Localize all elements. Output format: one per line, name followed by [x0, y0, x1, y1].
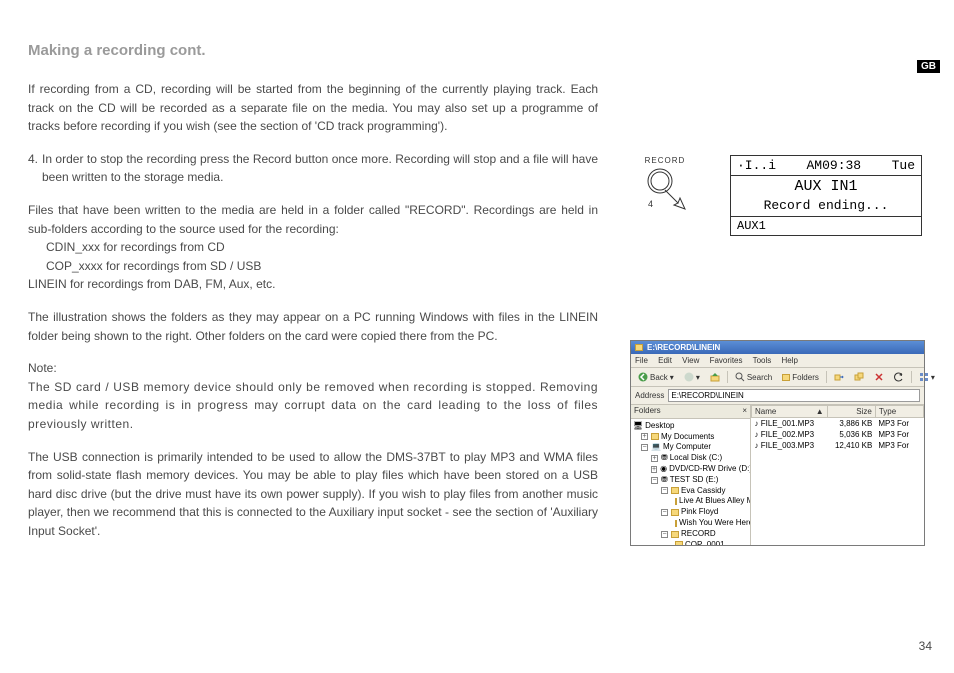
close-icon[interactable]: ×	[742, 406, 747, 417]
body-text: If recording from a CD, recording will b…	[28, 80, 598, 554]
lcd-time: AM09:38	[807, 158, 862, 173]
note-2: The USB connection is primarily intended…	[28, 448, 598, 541]
menu-edit[interactable]: Edit	[658, 356, 672, 365]
folder-linein: LINEIN for recordings from DAB, FM, Aux,…	[28, 275, 598, 294]
file-list[interactable]: Name ▲ Size Type ♪ FILE_001.MP33,886 KBM…	[751, 405, 924, 545]
lcd-line2: Record ending...	[731, 197, 921, 216]
lcd-footer: AUX1	[731, 216, 921, 235]
lcd-display: ·I..i AM09:38 Tue AUX IN1 Record ending.…	[730, 155, 922, 236]
table-row: ♪ FILE_002.MP35,036 KBMP3 For	[752, 429, 924, 440]
move-icon[interactable]	[831, 371, 847, 383]
folder-tree[interactable]: Folders× 🖥Desktop +My Documents −💻My Com…	[631, 405, 751, 545]
record-label: RECORD	[645, 156, 686, 165]
record-button-illustration: RECORD 4	[630, 155, 700, 215]
copy-icon[interactable]	[851, 371, 867, 383]
forward-button[interactable]: ▾	[681, 371, 703, 383]
paragraph-3: Files that have been written to the medi…	[28, 201, 598, 238]
address-label: Address	[635, 391, 664, 400]
note-label: Note:	[28, 359, 598, 378]
menu-favorites[interactable]: Favorites	[710, 356, 743, 365]
folders-button[interactable]: Folders	[779, 372, 822, 383]
col-size[interactable]: Size	[827, 406, 875, 418]
drive-icon: ⛃	[661, 453, 668, 464]
lcd-day: Tue	[892, 158, 915, 173]
file-icon: ♪	[755, 430, 759, 439]
page-number: 34	[919, 639, 932, 653]
folder-icon	[782, 374, 790, 381]
explorer-addressbar: Address	[631, 387, 924, 405]
paragraph-4: The illustration shows the folders as th…	[28, 308, 598, 345]
address-input[interactable]	[668, 389, 920, 402]
col-type[interactable]: Type	[875, 406, 923, 418]
explorer-titlebar: E:\RECORD\LINEIN	[631, 341, 924, 354]
folder-icon	[635, 344, 643, 351]
step-number: 4.	[28, 150, 42, 187]
menu-tools[interactable]: Tools	[753, 356, 772, 365]
lcd-line1: AUX IN1	[731, 175, 921, 197]
folder-cop: COP_xxxx for recordings from SD / USB	[28, 257, 598, 276]
up-button[interactable]	[707, 371, 723, 383]
file-icon: ♪	[755, 441, 759, 450]
lcd-signal: ·I..i	[737, 158, 776, 173]
menu-view[interactable]: View	[682, 356, 699, 365]
menu-file[interactable]: File	[635, 356, 648, 365]
svg-text:4: 4	[648, 199, 653, 209]
note-1: The SD card / USB memory device should o…	[28, 378, 598, 434]
explorer-menu: File Edit View Favorites Tools Help	[631, 354, 924, 368]
explorer-toolbar: Back ▾ ▾ Search Folders ▾	[631, 368, 924, 387]
table-row: ♪ FILE_001.MP33,886 KBMP3 For	[752, 418, 924, 430]
menu-help[interactable]: Help	[782, 356, 798, 365]
paragraph-1: If recording from a CD, recording will b…	[28, 80, 598, 136]
sd-icon: ⛃	[661, 475, 668, 486]
page-title: Making a recording cont.	[28, 42, 206, 59]
delete-icon[interactable]	[871, 371, 887, 383]
computer-icon: 💻	[651, 442, 661, 453]
file-icon: ♪	[755, 419, 759, 428]
undo-icon[interactable]	[891, 371, 907, 383]
explorer-title-text: E:\RECORD\LINEIN	[647, 343, 720, 352]
col-name[interactable]: Name ▲	[752, 406, 828, 418]
table-row: ♪ FILE_003.MP312,410 KBMP3 For	[752, 440, 924, 451]
language-tag: GB	[917, 60, 940, 73]
desktop-icon: 🖥	[633, 421, 643, 432]
folder-cd: CDIN_xxx for recordings from CD	[28, 238, 598, 257]
step-4-text: In order to stop the recording press the…	[42, 150, 598, 187]
views-button[interactable]: ▾	[916, 371, 938, 383]
back-button[interactable]: Back ▾	[635, 371, 677, 383]
explorer-window: E:\RECORD\LINEIN File Edit View Favorite…	[630, 340, 925, 546]
dvd-icon: ◉	[660, 464, 667, 475]
search-button[interactable]: Search	[732, 371, 775, 383]
